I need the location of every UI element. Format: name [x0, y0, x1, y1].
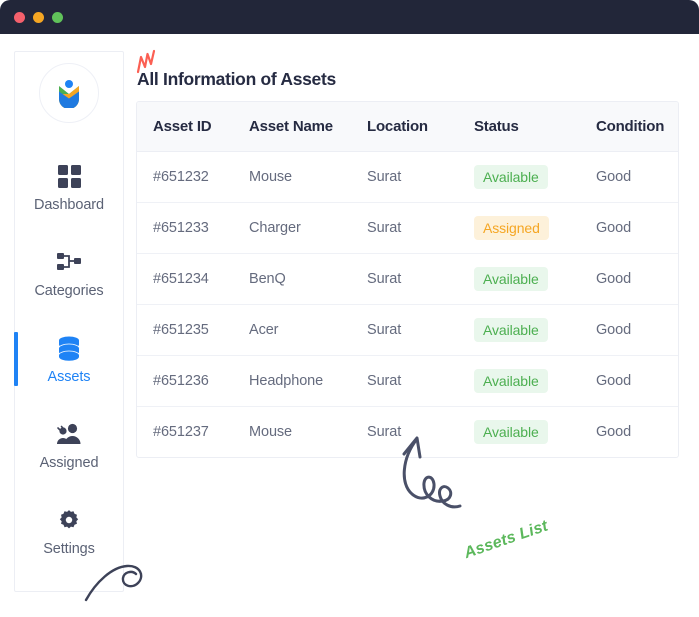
- window-close-button[interactable]: [14, 12, 25, 23]
- table-row[interactable]: #651233ChargerSuratAssigned Good: [137, 203, 679, 254]
- status-badge: Available: [474, 165, 548, 189]
- sidebar-nav: Dashboard Categories: [15, 144, 123, 574]
- sidebar-item-assigned[interactable]: Assigned: [15, 402, 123, 488]
- cell-asset-name: Mouse: [249, 152, 367, 203]
- column-header-status[interactable]: Status: [474, 102, 596, 152]
- column-header-asset-id[interactable]: Asset ID: [137, 102, 249, 152]
- sidebar-item-label: Dashboard: [34, 197, 104, 213]
- sitemap-icon: [57, 247, 81, 277]
- sidebar-item-dashboard[interactable]: Dashboard: [15, 144, 123, 230]
- table-row[interactable]: #651237MouseSuratAvailable Good: [137, 407, 679, 458]
- column-header-asset-name[interactable]: Asset Name: [249, 102, 367, 152]
- window-minimize-button[interactable]: [33, 12, 44, 23]
- column-header-condition[interactable]: Condition: [596, 102, 679, 152]
- window-maximize-button[interactable]: [52, 12, 63, 23]
- sidebar-item-label: Assets: [48, 369, 91, 385]
- table-row[interactable]: #651235AcerSuratAvailable Good: [137, 305, 679, 356]
- status-badge: Available: [474, 420, 548, 444]
- cell-asset-name: BenQ: [249, 254, 367, 305]
- cell-asset-id: #651237: [137, 407, 249, 458]
- assets-table-element: Asset ID Asset Name Location Status Cond…: [137, 102, 679, 457]
- annotation-label: Assets List: [462, 517, 551, 563]
- column-header-location[interactable]: Location: [367, 102, 474, 152]
- cell-location: Surat: [367, 203, 474, 254]
- sidebar-item-settings[interactable]: Settings: [15, 488, 123, 574]
- cell-asset-id: #651236: [137, 356, 249, 407]
- status-badge: Available: [474, 318, 548, 342]
- sidebar: Dashboard Categories: [14, 51, 124, 592]
- sidebar-item-label: Categories: [34, 283, 103, 299]
- cell-status: Available: [474, 254, 596, 305]
- status-badge: Available: [474, 267, 548, 291]
- cell-condition: Good: [596, 203, 679, 254]
- cell-status: Available: [474, 152, 596, 203]
- cell-asset-id: #651234: [137, 254, 249, 305]
- cell-condition: Good: [596, 407, 679, 458]
- cell-condition: Good: [596, 254, 679, 305]
- sidebar-item-assets[interactable]: Assets: [15, 316, 123, 402]
- table-header-row: Asset ID Asset Name Location Status Cond…: [137, 102, 679, 152]
- cell-asset-name: Mouse: [249, 407, 367, 458]
- cell-asset-name: Headphone: [249, 356, 367, 407]
- cell-status: Available: [474, 305, 596, 356]
- cell-location: Surat: [367, 254, 474, 305]
- table-row[interactable]: #651234BenQSuratAvailable Good: [137, 254, 679, 305]
- gear-icon: [58, 505, 80, 535]
- active-indicator: [14, 332, 18, 386]
- cell-asset-name: Acer: [249, 305, 367, 356]
- page-title: All Information of Assets: [136, 69, 336, 90]
- cell-asset-name: Charger: [249, 203, 367, 254]
- sidebar-item-label: Settings: [43, 541, 95, 557]
- app-logo[interactable]: [39, 63, 99, 123]
- cell-asset-id: #651233: [137, 203, 249, 254]
- cell-status: Available: [474, 356, 596, 407]
- cell-condition: Good: [596, 356, 679, 407]
- table-row[interactable]: #651232MouseSuratAvailable Good: [137, 152, 679, 203]
- cell-status: Assigned: [474, 203, 596, 254]
- app-logo-icon: [56, 78, 82, 108]
- cell-location: Surat: [367, 356, 474, 407]
- cell-asset-id: #651232: [137, 152, 249, 203]
- users-icon: [56, 419, 82, 449]
- cell-condition: Good: [596, 152, 679, 203]
- status-badge: Available: [474, 369, 548, 393]
- window-titlebar: [0, 0, 699, 34]
- app-window: Dashboard Categories: [0, 0, 699, 611]
- grid-icon: [58, 161, 81, 191]
- assets-table: Asset ID Asset Name Location Status Cond…: [136, 101, 679, 458]
- table-header: Asset ID Asset Name Location Status Cond…: [137, 102, 679, 152]
- cell-location: Surat: [367, 305, 474, 356]
- database-icon: [56, 333, 82, 363]
- table-body: #651232MouseSuratAvailableGood#651233Cha…: [137, 152, 679, 458]
- cell-asset-id: #651235: [137, 305, 249, 356]
- cell-status: Available: [474, 407, 596, 458]
- cell-location: Surat: [367, 152, 474, 203]
- status-badge: Assigned: [474, 216, 549, 240]
- sidebar-item-categories[interactable]: Categories: [15, 230, 123, 316]
- table-row[interactable]: #651236HeadphoneSuratAvailable Good: [137, 356, 679, 407]
- cell-condition: Good: [596, 305, 679, 356]
- cell-location: Surat: [367, 407, 474, 458]
- sidebar-item-label: Assigned: [40, 455, 99, 471]
